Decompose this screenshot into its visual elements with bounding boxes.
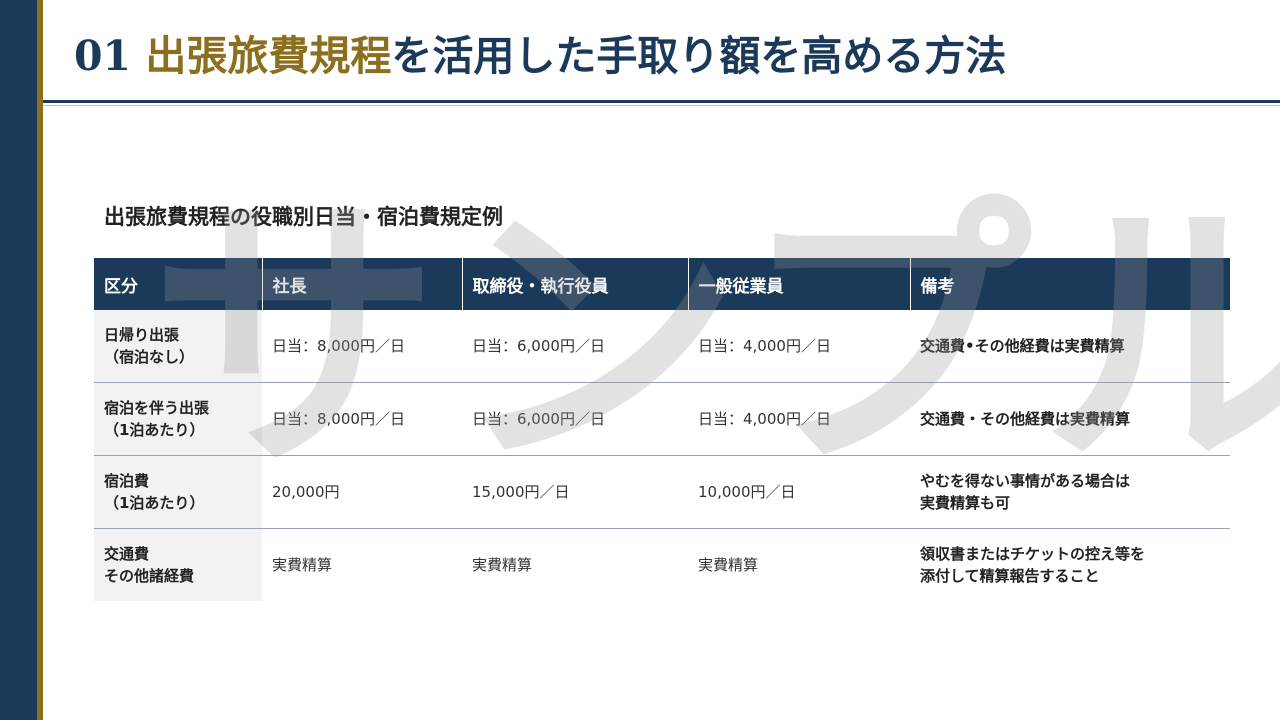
cell-president: 日当：8,000円／日 <box>262 310 462 383</box>
title-underline-thin <box>43 105 1280 106</box>
row-category: 宿泊費 （1泊あたり） <box>94 455 262 529</box>
cell-note: 領収書またはチケットの控え等を 添付して精算報告すること <box>920 545 1146 585</box>
left-gold-stripe <box>37 0 43 720</box>
header-director: 取締役・執行役員 <box>461 258 688 310</box>
cell-employee: 日当：4,000円／日 <box>688 310 910 383</box>
header-note: 備考 <box>909 258 1230 310</box>
cell-president: 日当：8,000円／日 <box>262 382 462 456</box>
row-category: 交通費 その他諸経費 <box>94 528 262 601</box>
cell-note: 交通費•その他経費は実費精算 <box>910 310 1230 383</box>
table-row: 交通費 その他諸経費 実費精算 実費精算 実費精算 領収書またはチケットの控え等… <box>94 528 1230 601</box>
header-employee: 一般従業員 <box>687 258 910 310</box>
header-president: 社長 <box>261 258 462 310</box>
section-subtitle: 出張旅費規程の役職別日当・宿泊費規定例 <box>104 205 503 229</box>
header-category: 区分 <box>94 258 262 310</box>
table-row: 日帰り出張 （宿泊なし） 日当：8,000円／日 日当：6,000円／日 日当：… <box>94 310 1230 383</box>
row-category: 日帰り出張 （宿泊なし） <box>94 310 262 383</box>
table-row: 宿泊費 （1泊あたり） 20,000円 15,000円／日 10,000円／日 … <box>94 455 1230 529</box>
left-navy-band <box>0 0 37 720</box>
cell-president: 20,000円 <box>262 455 462 529</box>
row-category: 宿泊を伴う出張 （1泊あたり） <box>94 382 262 456</box>
cell-employee: 実費精算 <box>698 556 759 574</box>
title-rest: を活用した手取り額を高める方法 <box>391 32 1007 80</box>
cell-employee: 日当：4,000円／日 <box>688 382 910 456</box>
cell-employee: 10,000円／日 <box>688 455 910 529</box>
cell-note: やむを得ない事情がある場合は 実費精算も可 <box>910 455 1230 529</box>
title-highlight: 出張旅費規程 <box>145 32 392 80</box>
cell-director: 実費精算 <box>472 556 533 574</box>
cell-director: 日当：6,000円／日 <box>462 382 688 456</box>
cell-director: 日当：6,000円／日 <box>462 310 688 383</box>
allowance-table: 区分 社長 取締役・執行役員 一般従業員 備考 日帰り出張 （宿泊なし） 日当：… <box>94 258 1230 601</box>
title-underline <box>43 100 1280 103</box>
table-header-row: 区分 社長 取締役・執行役員 一般従業員 備考 <box>94 258 1230 310</box>
cell-note: 交通費・その他経費は実費精算 <box>910 382 1230 456</box>
cell-president: 実費精算 <box>272 556 333 574</box>
cell-director: 15,000円／日 <box>462 455 688 529</box>
table-row: 宿泊を伴う出張 （1泊あたり） 日当：8,000円／日 日当：6,000円／日 … <box>94 382 1230 456</box>
title-number: 01 <box>74 32 132 80</box>
page-title: 01 出張旅費規程を活用した手取り額を高める方法 <box>74 26 1006 86</box>
